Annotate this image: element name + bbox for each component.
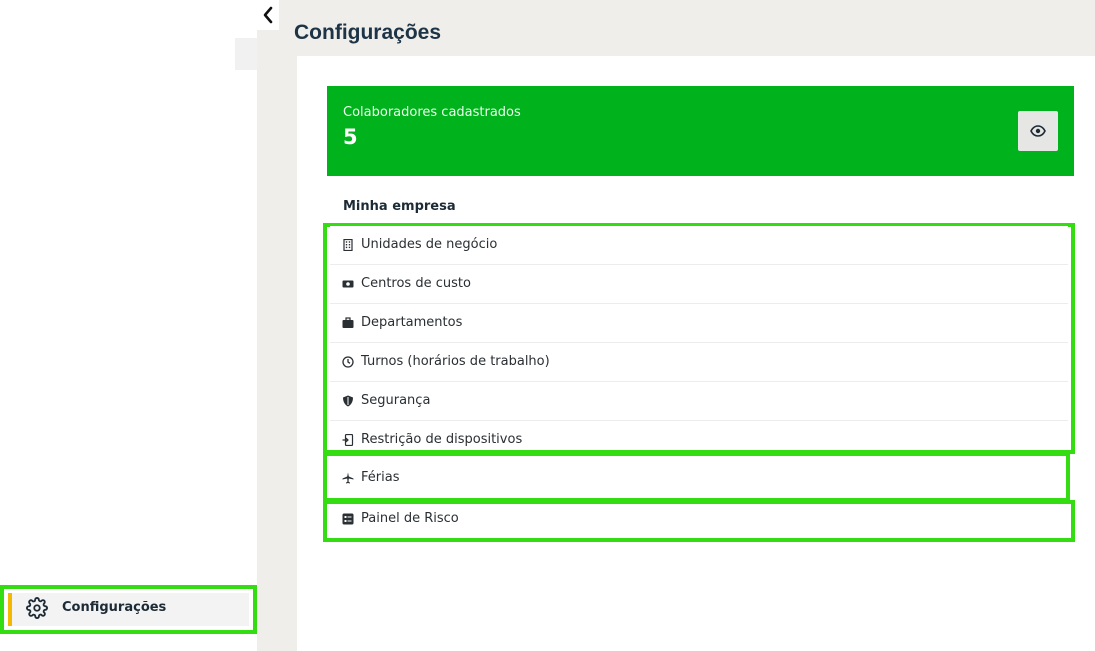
settings-item-label: Turnos (horários de trabalho) — [361, 354, 550, 369]
building-icon — [343, 239, 353, 251]
gear-icon — [26, 597, 48, 619]
settings-item-ferias[interactable]: Férias — [330, 460, 1064, 496]
settings-item-unidades[interactable]: Unidades de negócio — [330, 226, 1068, 265]
settings-item-painel-de-risco[interactable]: Painel de Risco — [330, 505, 1068, 533]
employees-count: 5 — [343, 125, 358, 149]
settings-item-turnos[interactable]: Turnos (horários de trabalho) — [330, 343, 1068, 382]
settings-item-label: Férias — [361, 470, 400, 485]
device-lock-icon — [342, 434, 354, 446]
settings-item-label: Departamentos — [361, 315, 463, 330]
settings-item-label: Centros de custo — [361, 276, 471, 291]
section-title: Minha empresa — [343, 199, 456, 214]
settings-item-label: Unidades de negócio — [361, 237, 498, 252]
clock-icon — [342, 356, 354, 368]
active-indicator — [8, 593, 12, 626]
employees-summary-banner: Colaboradores cadastrados 5 — [327, 86, 1074, 176]
sidebar-scroll-stub — [235, 38, 257, 70]
settings-item-departamentos[interactable]: Departamentos — [330, 304, 1068, 343]
shield-icon — [343, 395, 353, 407]
sidebar-item-configuracoes[interactable]: Configurações — [0, 585, 257, 634]
settings-item-label: Restrição de dispositivos — [361, 432, 523, 447]
settings-item-centros-de-custo[interactable]: Centros de custo — [330, 265, 1068, 304]
eye-icon — [1030, 125, 1046, 137]
settings-item-restricao-dispositivos[interactable]: Restrição de dispositivos — [330, 421, 1068, 450]
chevron-left-icon[interactable] — [262, 5, 274, 25]
settings-item-label: Segurança — [361, 393, 431, 408]
sidebar: Configurações — [0, 0, 257, 651]
employees-summary-label: Colaboradores cadastrados — [343, 105, 521, 120]
briefcase-icon — [342, 317, 354, 328]
settings-item-label: Painel de Risco — [361, 511, 459, 526]
dashboard-icon — [342, 513, 354, 525]
view-employees-button[interactable] — [1018, 111, 1058, 151]
page-title: Configurações — [294, 21, 442, 44]
sidebar-item-label: Configurações — [62, 600, 167, 615]
money-icon — [342, 280, 354, 288]
settings-item-seguranca[interactable]: Segurança — [330, 382, 1068, 421]
airplane-icon — [342, 472, 354, 484]
